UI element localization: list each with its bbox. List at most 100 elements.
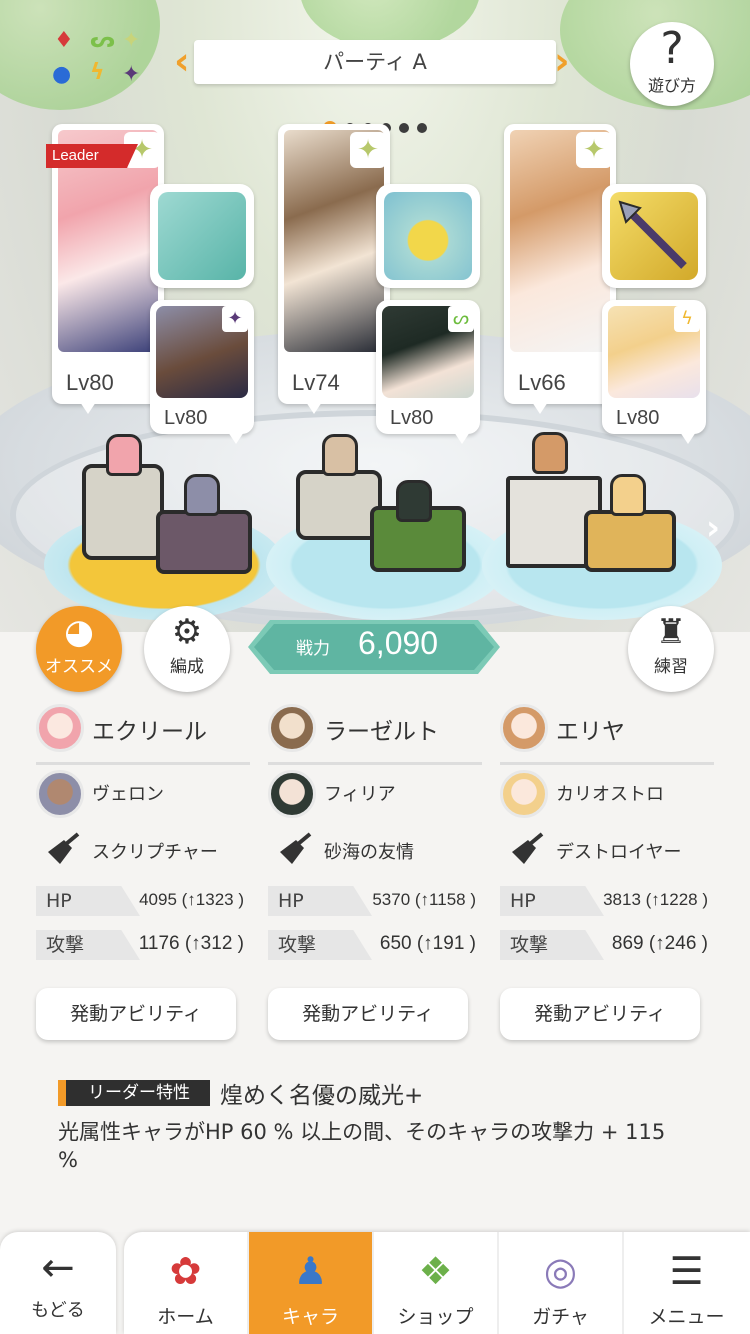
thunder-element-icon: ϟ	[674, 306, 700, 332]
hp-stat: HP 3813 (↑1228 )	[500, 886, 714, 916]
main-character-name: エリヤ	[556, 719, 625, 745]
main-character-card[interactable]: ✦ Lv74	[278, 124, 390, 404]
element-filter[interactable]: ♦ ᔕ ✦ ● ϟ ✦	[50, 30, 146, 92]
arrow-left-icon: ←	[41, 1245, 75, 1291]
edit-party-button[interactable]: ⚙ 編成	[144, 606, 230, 692]
ability-button[interactable]: 発動アビリティ	[36, 988, 236, 1040]
water-element-icon: ●	[52, 62, 72, 87]
hp-label: HP	[268, 886, 372, 916]
attack-stat: 攻撃 650 (↑191 )	[268, 930, 482, 960]
home-icon: ✿	[169, 1249, 202, 1293]
light-element-icon: ✦	[350, 132, 386, 168]
divider	[500, 762, 714, 765]
attack-stat: 攻撃 869 (↑246 )	[500, 930, 714, 960]
scroll-right-icon[interactable]: ›	[706, 508, 720, 548]
edit-label: 編成	[170, 657, 204, 677]
pedestal-block	[584, 510, 676, 572]
party-power: 戦力 6,090	[248, 620, 500, 674]
power-label: 戦力	[296, 639, 330, 659]
sub-character-card[interactable]: ✦ Lv80	[150, 300, 254, 434]
party-scene: ♦ ᔕ ✦ ● ϟ ✦ パーティ A ‹ › ? 遊び方 ✦ Lv80 Lead…	[0, 0, 750, 650]
tab-home[interactable]: ✿ ホーム	[124, 1232, 249, 1334]
chibi-sprite	[184, 474, 220, 516]
equipment-slot[interactable]	[602, 184, 706, 288]
hp-label: HP	[500, 886, 604, 916]
equipment-row[interactable]: 砂海の友情	[268, 824, 482, 880]
tab-gacha[interactable]: ◎ ガチャ	[499, 1232, 624, 1334]
sub-character-level: Lv80	[164, 407, 208, 429]
main-character-card[interactable]: ✦ Lv66	[504, 124, 616, 404]
card-tail	[306, 402, 322, 414]
hp-value: 3813 (↑1228 )	[603, 890, 708, 909]
divider	[268, 762, 482, 765]
equipment-row[interactable]: デストロイヤー	[500, 824, 714, 880]
recommend-icon: ◕	[64, 612, 94, 652]
back-button[interactable]: ← もどる	[0, 1232, 116, 1334]
hp-stat: HP 5370 (↑1158 )	[268, 886, 482, 916]
nav-tabs: ✿ ホーム ♟ キャラ ❖ ショップ ◎ ガチャ ☰ メニュー	[124, 1232, 750, 1334]
tab-label: ホーム	[157, 1306, 214, 1328]
chibi-sprite	[396, 480, 432, 522]
page-dot[interactable]	[399, 123, 409, 133]
hp-value: 5370 (↑1158 )	[372, 890, 476, 909]
ability-button[interactable]: 発動アビリティ	[500, 988, 700, 1040]
hp-label: HP	[36, 886, 140, 916]
page-dot[interactable]	[417, 123, 427, 133]
character-avatar	[36, 704, 84, 752]
tab-shop[interactable]: ❖ ショップ	[374, 1232, 499, 1334]
pedestal-block	[156, 510, 252, 574]
sub-character-name: ヴェロン	[92, 784, 164, 805]
equipment-name: デストロイヤー	[556, 842, 682, 863]
card-tail	[80, 402, 96, 414]
party-selector: パーティ A ‹ ›	[174, 40, 572, 135]
spear-icon-glyph	[618, 200, 687, 269]
practice-label: 練習	[654, 657, 688, 677]
sub-character-card[interactable]: ᔕ Lv80	[376, 300, 480, 434]
attack-label: 攻撃	[36, 930, 140, 960]
pedestal-slot-1	[44, 434, 284, 620]
spear-icon	[610, 192, 698, 280]
tab-chara[interactable]: ♟ キャラ	[249, 1232, 374, 1334]
leader-badge: Leader	[46, 144, 138, 168]
training-dummy-icon: ♜	[655, 612, 687, 652]
attack-value: 869 (↑246 )	[611, 933, 708, 954]
main-character-row[interactable]: エクリール	[36, 700, 250, 765]
wind-element-icon: ᔕ	[90, 28, 115, 53]
next-party-button[interactable]: ›	[554, 40, 576, 84]
character-avatar	[268, 704, 316, 752]
practice-button[interactable]: ♜ 練習	[628, 606, 714, 692]
sub-character-row[interactable]: カリオストロ	[500, 766, 714, 822]
main-character-row[interactable]: エリヤ	[500, 700, 714, 765]
sub-character-row[interactable]: ヴェロン	[36, 766, 250, 822]
sub-character-row[interactable]: フィリア	[268, 766, 482, 822]
sub-character-name: フィリア	[324, 784, 396, 805]
pedestal-slot-2	[266, 434, 506, 620]
equipment-row[interactable]: スクリプチャー	[36, 824, 250, 880]
recommend-label: オススメ	[45, 657, 113, 677]
prev-party-button[interactable]: ‹	[174, 40, 196, 84]
character-icon: ♟	[293, 1249, 328, 1293]
main-character-name: エクリール	[92, 719, 207, 745]
chibi-sprite	[322, 434, 358, 476]
help-button[interactable]: ? 遊び方	[630, 22, 714, 106]
equipment-icon	[280, 832, 312, 864]
ability-button[interactable]: 発動アビリティ	[268, 988, 468, 1040]
equipment-slot[interactable]	[150, 184, 254, 288]
main-character-row[interactable]: ラーゼルト	[268, 700, 482, 765]
hp-value: 4095 (↑1323 )	[139, 890, 244, 909]
recommend-button[interactable]: ◕ オススメ	[36, 606, 122, 692]
help-label: 遊び方	[647, 76, 696, 95]
sub-character-card[interactable]: ϟ Lv80	[602, 300, 706, 434]
tab-menu[interactable]: ☰ メニュー	[624, 1232, 749, 1334]
attack-label: 攻撃	[268, 930, 372, 960]
attack-stat: 攻撃 1176 (↑312 )	[36, 930, 250, 960]
equipment-slot[interactable]	[376, 184, 480, 288]
stone-pillar	[82, 464, 164, 560]
question-icon: ?	[660, 23, 684, 74]
attack-label: 攻撃	[500, 930, 604, 960]
character-level: Lv80	[66, 370, 114, 395]
book-icon	[158, 192, 246, 280]
bottom-nav: ← もどる ✿ ホーム ♟ キャラ ❖ ショップ ◎ ガチャ ☰ メニュー	[0, 1232, 750, 1334]
sub-character-level: Lv80	[616, 407, 660, 429]
attack-value: 1176 (↑312 )	[138, 933, 244, 954]
